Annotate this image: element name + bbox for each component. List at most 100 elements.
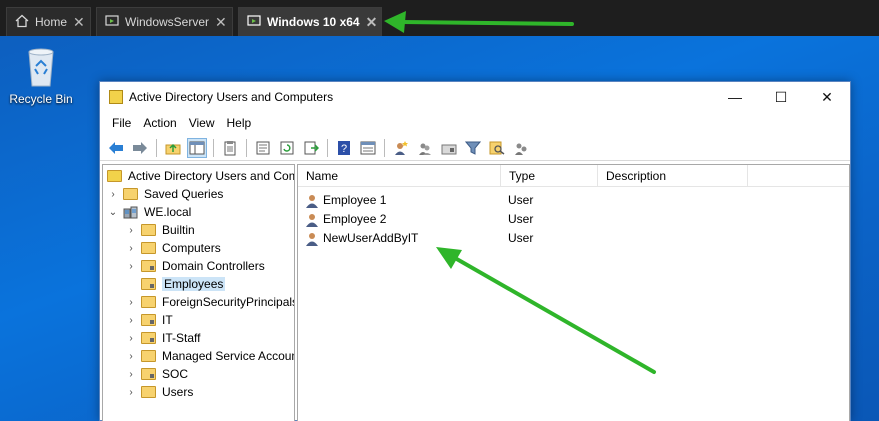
show-hide-tree-icon[interactable] <box>187 137 207 158</box>
chevron-down-icon[interactable]: ⌄ <box>107 207 119 218</box>
tree-label: Saved Queries <box>144 187 224 201</box>
close-tab-icon[interactable]: ✕ <box>73 14 85 31</box>
user-icon <box>306 213 318 227</box>
tree-label: WE.local <box>144 205 192 219</box>
column-header-name[interactable]: Name <box>298 165 501 187</box>
user-name: Employee 1 <box>323 193 387 207</box>
list-row[interactable]: Employee 1 User <box>298 191 849 210</box>
toolbar-separator <box>246 138 247 157</box>
close-tab-icon[interactable]: ✕ <box>215 14 227 31</box>
menu-view[interactable]: View <box>183 116 221 130</box>
refresh-icon[interactable] <box>277 138 297 158</box>
export-list-icon[interactable] <box>301 138 321 158</box>
chevron-right-icon[interactable]: › <box>125 261 137 272</box>
domain-icon <box>123 206 138 219</box>
properties-icon[interactable] <box>253 138 273 158</box>
column-header-type[interactable]: Type <box>501 165 598 187</box>
chevron-right-icon[interactable]: › <box>125 387 137 398</box>
tab-windows-10[interactable]: Windows 10 x64 ✕ <box>238 7 382 36</box>
browser-tab-strip: Home ✕ WindowsServer ✕ Windows 10 x64 ✕ <box>0 0 879 36</box>
menu-action[interactable]: Action <box>137 116 182 130</box>
user-name: Employee 2 <box>323 212 387 226</box>
tree-label: Users <box>162 385 194 399</box>
tree-label: Builtin <box>162 223 195 237</box>
tab-home[interactable]: Home ✕ <box>6 7 91 36</box>
tree-label: Employees <box>162 277 226 291</box>
tree-item-saved-queries[interactable]: › Saved Queries <box>107 185 223 203</box>
tree-item-employees[interactable]: Employees <box>125 275 226 293</box>
tree-label: Active Directory Users and Com <box>128 169 295 183</box>
close-tab-icon[interactable]: ✕ <box>366 14 378 31</box>
find-icon[interactable] <box>487 138 507 158</box>
maximize-button[interactable]: ☐ <box>758 82 804 112</box>
tree-item-domain[interactable]: ⌄ WE.local <box>107 203 192 221</box>
list-row[interactable]: NewUserAddByIT User <box>298 229 849 248</box>
help-icon[interactable]: ? <box>334 138 354 158</box>
chevron-right-icon[interactable]: › <box>125 243 137 254</box>
user-icon <box>306 232 318 246</box>
back-icon[interactable] <box>106 138 126 158</box>
aduc-icon <box>107 170 122 182</box>
tree-item-soc[interactable]: › SOC <box>125 365 188 383</box>
tree-item-it[interactable]: › IT <box>125 311 172 329</box>
up-folder-icon[interactable] <box>163 138 183 158</box>
tree-label: Domain Controllers <box>162 259 265 273</box>
details-list: Name Type Description Employee 1 User Em… <box>297 164 850 421</box>
folder-icon <box>141 224 156 236</box>
chevron-right-icon[interactable]: › <box>125 351 137 362</box>
new-group-icon[interactable] <box>415 138 435 158</box>
user-type: User <box>508 231 534 245</box>
tree-item-foreign-security-principals[interactable]: › ForeignSecurityPrincipals <box>125 293 295 311</box>
column-header-description[interactable]: Description <box>598 165 748 187</box>
close-button[interactable]: ✕ <box>804 82 850 112</box>
ou-folder-icon <box>141 314 156 326</box>
chevron-right-icon[interactable]: › <box>125 333 137 344</box>
folder-icon <box>141 296 156 308</box>
tree-item-builtin[interactable]: › Builtin <box>125 221 195 239</box>
minimize-button[interactable]: — <box>712 82 758 112</box>
add-to-group-icon[interactable] <box>511 138 531 158</box>
ou-folder-icon <box>141 260 156 272</box>
forward-icon[interactable] <box>130 138 150 158</box>
tree-item-it-staff[interactable]: › IT-Staff <box>125 329 200 347</box>
vm-icon <box>105 14 119 31</box>
vm-icon <box>247 14 261 31</box>
aduc-app-icon <box>109 90 123 104</box>
recycle-bin-label: Recycle Bin <box>9 92 73 106</box>
tree-label: ForeignSecurityPrincipals <box>162 295 295 309</box>
tab-windows-server[interactable]: WindowsServer ✕ <box>96 7 233 36</box>
clipboard-icon[interactable] <box>220 138 240 158</box>
new-user-icon[interactable] <box>391 138 411 158</box>
user-type: User <box>508 212 534 226</box>
tree-item-domain-controllers[interactable]: › Domain Controllers <box>125 257 265 275</box>
new-ou-icon[interactable] <box>439 138 459 158</box>
tree-label: SOC <box>162 367 189 381</box>
list-header: Name Type Description <box>298 165 849 187</box>
menu-file[interactable]: File <box>106 116 137 130</box>
tree-item-computers[interactable]: › Computers <box>125 239 220 257</box>
toolbar-separator <box>384 138 385 157</box>
menu-bar: File Action View Help <box>100 113 850 133</box>
tree-item-users[interactable]: › Users <box>125 383 193 401</box>
toolbar-separator <box>327 138 328 157</box>
menu-help[interactable]: Help <box>221 116 258 130</box>
tree-label: IT-Staff <box>162 331 201 345</box>
console-icon[interactable] <box>358 138 378 158</box>
home-icon <box>15 14 29 31</box>
recycle-bin[interactable]: Recycle Bin <box>6 44 76 106</box>
chevron-right-icon[interactable]: › <box>125 369 137 380</box>
tree-item-managed-service-accounts[interactable]: › Managed Service Accoun <box>125 347 294 365</box>
recycle-bin-icon <box>23 44 59 88</box>
ou-folder-icon <box>141 368 156 380</box>
filter-icon[interactable] <box>463 138 483 158</box>
aduc-window: Active Directory Users and Computers — ☐… <box>99 81 851 421</box>
ou-folder-icon <box>141 278 156 290</box>
list-row[interactable]: Employee 2 User <box>298 210 849 229</box>
title-bar: Active Directory Users and Computers — ☐… <box>100 82 850 112</box>
console-tree: Active Directory Users and Com › Saved Q… <box>102 164 295 421</box>
chevron-right-icon[interactable]: › <box>125 297 137 308</box>
chevron-right-icon[interactable]: › <box>107 189 119 200</box>
tree-root[interactable]: Active Directory Users and Com <box>107 167 295 185</box>
chevron-right-icon[interactable]: › <box>125 315 137 326</box>
chevron-right-icon[interactable]: › <box>125 225 137 236</box>
